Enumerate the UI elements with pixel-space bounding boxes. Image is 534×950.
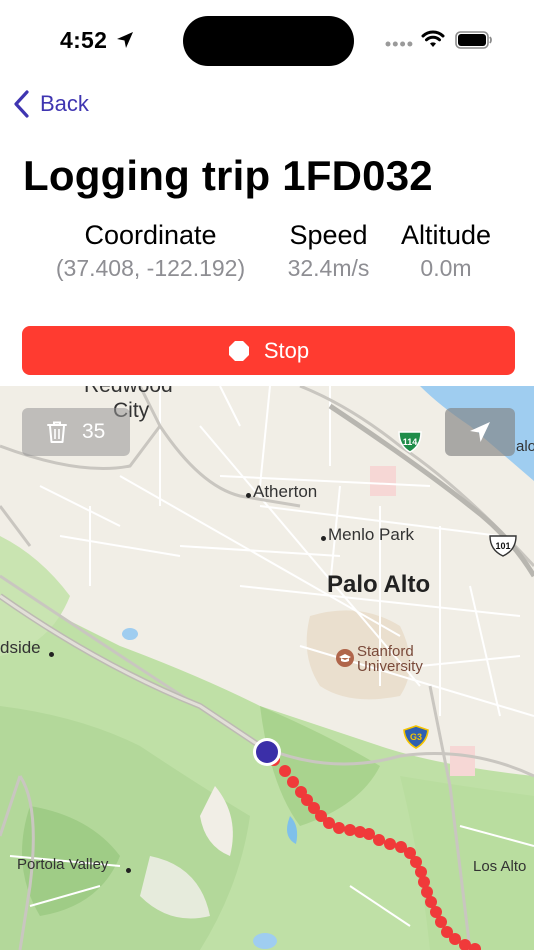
track-point [279, 765, 291, 777]
back-label: Back [40, 91, 89, 116]
track-point [344, 824, 356, 836]
track-point [449, 933, 461, 945]
stop-button[interactable]: Stop [22, 326, 515, 375]
stop-octagon-icon [228, 340, 249, 361]
trip-track [253, 738, 481, 950]
page-title: Logging trip 1FD032 [23, 152, 433, 199]
clear-points-button[interactable]: 35 [22, 408, 130, 456]
stop-label: Stop [263, 337, 310, 363]
trash-icon [47, 421, 67, 443]
track-point [363, 828, 375, 840]
speed-label: Speed [289, 220, 368, 250]
altitude-stat: Altitude 0.0m [394, 218, 498, 284]
chevron-left-icon [14, 90, 29, 118]
coordinate-stat: Coordinate (37.408, -122.192) [40, 218, 261, 284]
locate-button[interactable] [445, 408, 515, 456]
point-count: 35 [82, 420, 106, 443]
status-time: 4:52 [60, 27, 108, 53]
track-point [435, 916, 447, 928]
track-point [333, 822, 345, 834]
coordinate-value: (37.408, -122.192) [55, 255, 246, 281]
battery-icon [455, 31, 492, 49]
altitude-label: Altitude [400, 220, 492, 250]
speed-stat: Speed 32.4m/s [276, 218, 381, 284]
cellular-signal-icon [385, 41, 413, 47]
coordinate-label: Coordinate [84, 220, 217, 250]
location-arrow-icon [117, 32, 133, 48]
wifi-icon [421, 30, 445, 47]
location-arrow-icon [470, 422, 490, 442]
back-button[interactable]: Back [12, 88, 89, 120]
altitude-value: 0.0m [420, 255, 472, 281]
track-point [384, 838, 396, 850]
map-view[interactable]: 114 101 G3 Redwood City Atherton Menlo P… [0, 386, 534, 950]
track-point [373, 834, 385, 846]
track-point [287, 776, 299, 788]
current-location-dot [256, 741, 278, 763]
status-bar: 4:52 [0, 0, 534, 80]
speed-value: 32.4m/s [287, 255, 370, 281]
dynamic-island [183, 16, 354, 66]
